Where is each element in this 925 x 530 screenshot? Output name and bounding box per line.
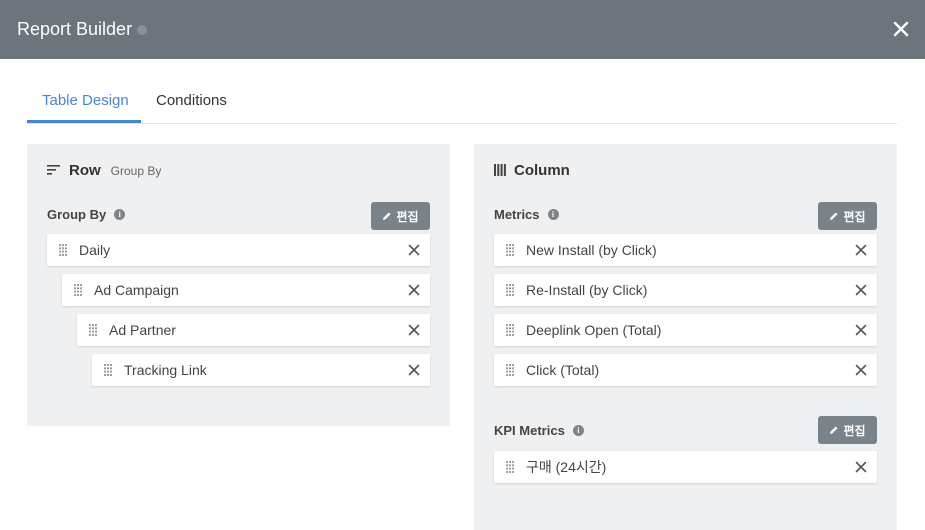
metric-item[interactable]: Deeplink Open (Total) (494, 314, 877, 346)
remove-icon[interactable] (854, 363, 868, 377)
group-by-item[interactable]: Ad Campaign (62, 274, 430, 306)
group-by-edit-button[interactable]: 편집 (371, 202, 430, 230)
drag-handle-icon[interactable] (505, 324, 515, 336)
kpi-metrics-edit-button[interactable]: 편집 (818, 416, 877, 444)
sort-lines-icon (47, 165, 60, 175)
remove-icon[interactable] (407, 243, 421, 257)
group-by-label: Group By i (47, 204, 126, 224)
group-by-item[interactable]: Ad Partner (77, 314, 430, 346)
drag-handle-icon[interactable] (88, 324, 98, 336)
metrics-label-text: Metrics (494, 206, 540, 222)
item-label: New Install (by Click) (526, 242, 657, 258)
item-label: Daily (79, 242, 111, 258)
drag-handle-icon[interactable] (73, 284, 83, 296)
info-icon[interactable]: i (547, 208, 559, 220)
info-icon[interactable]: i (114, 208, 126, 220)
item-label: Deeplink Open (Total) (526, 322, 662, 338)
remove-icon[interactable] (854, 283, 868, 297)
column-title: Column (514, 161, 570, 179)
column-panel-title: Column (494, 160, 570, 180)
pencil-icon (830, 426, 838, 434)
row-subtitle: Group By (110, 164, 162, 178)
remove-icon[interactable] (407, 283, 421, 297)
column-panel: Column Metrics i 편집 New Install (by Clic… (474, 144, 897, 530)
pencil-icon (830, 212, 838, 220)
drag-handle-icon[interactable] (505, 284, 515, 296)
drag-handle-icon[interactable] (103, 364, 113, 376)
modal-header: Report Builder (0, 0, 925, 59)
active-tab-indicator (27, 120, 141, 123)
group-by-label-text: Group By (47, 206, 107, 222)
drag-handle-icon[interactable] (505, 244, 515, 256)
remove-icon[interactable] (854, 460, 868, 474)
group-by-item[interactable]: Tracking Link (92, 354, 430, 386)
group-by-item[interactable]: Daily (47, 234, 430, 266)
edit-label: 편집 (396, 209, 419, 224)
item-label: Re-Install (by Click) (526, 282, 648, 298)
metric-item[interactable]: Click (Total) (494, 354, 877, 386)
metric-item[interactable]: New Install (by Click) (494, 234, 877, 266)
metrics-edit-button[interactable]: 편집 (818, 202, 877, 230)
item-label: 구매 (24시간) (526, 459, 607, 475)
edit-label: 편집 (843, 423, 866, 438)
info-icon[interactable]: i (572, 424, 584, 436)
remove-icon[interactable] (407, 363, 421, 377)
row-title: Row (69, 161, 101, 179)
tab-bar: Table Design Conditions (27, 80, 897, 124)
row-panel-title: Row Group By (47, 160, 161, 180)
kpi-metric-item[interactable]: 구매 (24시간) (494, 451, 877, 483)
remove-icon[interactable] (854, 323, 868, 337)
pencil-icon (383, 212, 391, 220)
item-label: Tracking Link (124, 362, 207, 378)
kpi-metrics-label: KPI Metrics i (494, 420, 584, 440)
drag-handle-icon[interactable] (505, 461, 515, 473)
modal-title: Report Builder (17, 19, 133, 39)
tab-conditions[interactable]: Conditions (156, 80, 227, 124)
row-panel: Row Group By Group By i 편집 Daily Ad Camp… (27, 144, 450, 426)
item-label: Ad Campaign (94, 282, 179, 298)
drag-handle-icon[interactable] (58, 244, 68, 256)
drag-handle-icon[interactable] (505, 364, 515, 376)
metrics-label: Metrics i (494, 204, 559, 224)
kpi-metrics-label-text: KPI Metrics (494, 422, 565, 438)
title-info-icon[interactable] (137, 25, 147, 35)
item-label: Ad Partner (109, 322, 176, 338)
close-icon[interactable] (890, 18, 912, 40)
remove-icon[interactable] (407, 323, 421, 337)
remove-icon[interactable] (854, 243, 868, 257)
edit-label: 편집 (843, 209, 866, 224)
columns-icon (494, 164, 506, 176)
tab-table-design[interactable]: Table Design (42, 80, 129, 124)
metric-item[interactable]: Re-Install (by Click) (494, 274, 877, 306)
item-label: Click (Total) (526, 362, 600, 378)
